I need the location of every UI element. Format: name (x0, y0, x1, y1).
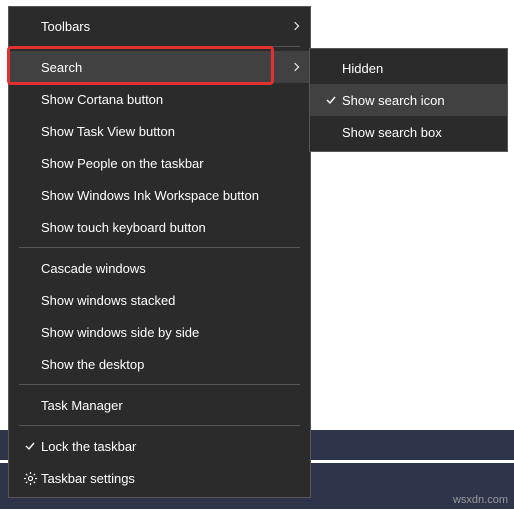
submenu-item-hidden[interactable]: Hidden (310, 52, 507, 84)
watermark-text: wsxdn.com (453, 494, 508, 506)
submenu-label: Show search box (342, 125, 495, 140)
menu-label: Cascade windows (41, 261, 286, 276)
menu-label: Show Cortana button (41, 92, 286, 107)
menu-item-show-ink[interactable]: Show Windows Ink Workspace button (9, 179, 310, 211)
menu-item-show-desktop[interactable]: Show the desktop (9, 348, 310, 380)
menu-label: Show the desktop (41, 357, 286, 372)
menu-label: Show touch keyboard button (41, 220, 286, 235)
gear-icon (19, 471, 41, 486)
menu-item-task-manager[interactable]: Task Manager (9, 389, 310, 421)
menu-item-stacked[interactable]: Show windows stacked (9, 284, 310, 316)
menu-separator (19, 425, 300, 426)
submenu-label: Show search icon (342, 93, 495, 108)
menu-separator (19, 247, 300, 248)
menu-item-show-task-view[interactable]: Show Task View button (9, 115, 310, 147)
menu-item-side-by-side[interactable]: Show windows side by side (9, 316, 310, 348)
menu-label: Toolbars (41, 19, 286, 34)
menu-item-search[interactable]: Search (9, 51, 310, 83)
menu-item-toolbars[interactable]: Toolbars (9, 10, 310, 42)
menu-item-show-people[interactable]: Show People on the taskbar (9, 147, 310, 179)
taskbar-context-menu: Toolbars Search Show Cortana button Show… (8, 6, 311, 498)
menu-label: Task Manager (41, 398, 286, 413)
menu-label: Search (41, 60, 286, 75)
submenu-label: Hidden (342, 61, 495, 76)
menu-separator (19, 384, 300, 385)
menu-label: Show People on the taskbar (41, 156, 286, 171)
search-submenu: Hidden Show search icon Show search box (309, 48, 508, 152)
menu-item-show-cortana[interactable]: Show Cortana button (9, 83, 310, 115)
menu-item-taskbar-settings[interactable]: Taskbar settings (9, 462, 310, 494)
submenu-item-show-box[interactable]: Show search box (310, 116, 507, 148)
menu-label: Show Task View button (41, 124, 286, 139)
menu-item-show-touch-keyboard[interactable]: Show touch keyboard button (9, 211, 310, 243)
check-icon (19, 440, 41, 452)
chevron-right-icon (286, 64, 298, 70)
submenu-item-show-icon[interactable]: Show search icon (310, 84, 507, 116)
menu-item-lock-taskbar[interactable]: Lock the taskbar (9, 430, 310, 462)
check-icon (320, 94, 342, 106)
menu-item-cascade[interactable]: Cascade windows (9, 252, 310, 284)
menu-label: Lock the taskbar (41, 439, 286, 454)
menu-separator (19, 46, 300, 47)
chevron-right-icon (286, 23, 298, 29)
menu-label: Show Windows Ink Workspace button (41, 188, 286, 203)
menu-label: Show windows side by side (41, 325, 286, 340)
menu-label: Show windows stacked (41, 293, 286, 308)
menu-label: Taskbar settings (41, 471, 286, 486)
